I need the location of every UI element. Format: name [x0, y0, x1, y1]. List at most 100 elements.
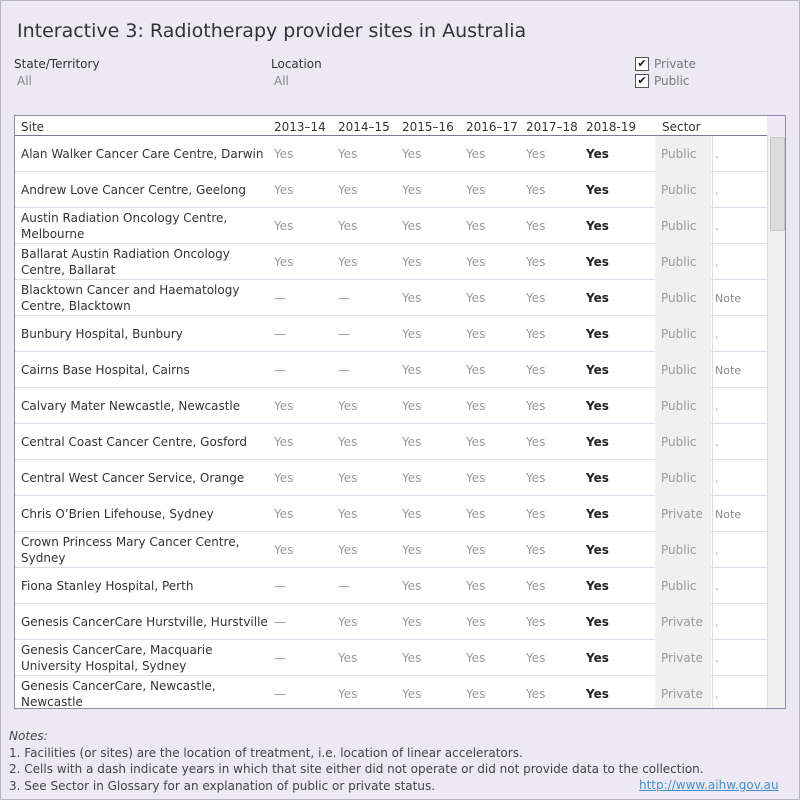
header-corner: [767, 116, 785, 136]
note-cell[interactable]: .: [715, 208, 719, 244]
year-cell: Yes: [402, 363, 422, 377]
table-row[interactable]: Central Coast Cancer Centre, Gosford Yes Y…: [15, 424, 767, 460]
table-row[interactable]: Calvary Mater Newcastle, Newcastle Yes Yes…: [15, 388, 767, 424]
year-cell: Yes: [402, 147, 422, 161]
header-sector[interactable]: Sector: [662, 120, 701, 134]
table-row[interactable]: Blacktown Cancer and Haematology Centre,…: [15, 280, 767, 316]
table-row[interactable]: Andrew Love Cancer Centre, Geelong Yes Yes…: [15, 172, 767, 208]
year-cell: Yes: [402, 687, 422, 701]
site-name: Blacktown Cancer and Haematology Centre,…: [21, 283, 240, 313]
site-name: Crown Princess Mary Cancer Centre, Sydne…: [21, 535, 240, 565]
year-cell: Yes: [466, 615, 486, 629]
sector-cell: Public: [661, 543, 697, 557]
year-cell: Yes: [338, 219, 358, 233]
header-2018-19[interactable]: 2018-19: [586, 120, 636, 134]
year-cell: Yes: [526, 615, 546, 629]
sites-table: Site 2013–14 2014–15 2015–16 2016–17 201…: [14, 115, 786, 709]
legend-private[interactable]: ✔ Private: [635, 55, 696, 72]
note-cell[interactable]: .: [715, 604, 719, 640]
table-row[interactable]: Austin Radiation Oncology Centre, Melbou…: [15, 208, 767, 244]
year-cell: Yes: [466, 183, 486, 197]
header-2013-14[interactable]: 2013–14: [274, 120, 326, 134]
note-cell-bg: [712, 316, 767, 352]
state-filter[interactable]: State/Territory All: [14, 57, 100, 88]
table-row[interactable]: Bunbury Hospital, Bunbury — — Yes Yes Yes Yes P…: [15, 316, 767, 352]
note-cell[interactable]: .: [715, 460, 719, 496]
note-cell-bg: [712, 244, 767, 280]
location-filter[interactable]: Location All: [271, 57, 322, 88]
note-cell[interactable]: Note: [715, 352, 741, 388]
note-cell[interactable]: Note: [715, 280, 741, 316]
year-cell: Yes: [586, 651, 609, 665]
note-cell[interactable]: .: [715, 172, 719, 208]
table-row[interactable]: Chris O’Brien Lifehouse, Sydney Yes Yes Yes…: [15, 496, 767, 532]
sector-cell: Public: [661, 399, 697, 413]
table-row[interactable]: Genesis CancerCare, Macquarie University…: [15, 640, 767, 676]
sector-cell: Public: [661, 255, 697, 269]
state-filter-value[interactable]: All: [17, 74, 100, 88]
vertical-scrollbar[interactable]: [767, 136, 785, 708]
table-row[interactable]: Ballarat Austin Radiation Oncology Centr…: [15, 244, 767, 280]
note-cell[interactable]: .: [715, 532, 719, 568]
public-label: Public: [654, 73, 690, 88]
note-cell-bg: [712, 604, 767, 640]
year-cell: Yes: [586, 219, 609, 233]
site-name: Andrew Love Cancer Centre, Geelong: [21, 183, 247, 197]
year-cell: Yes: [586, 183, 609, 197]
table-row[interactable]: Alan Walker Cancer Care Centre, Darwin Ye…: [15, 136, 767, 172]
site-name: Genesis CancerCare, Newcastle, Newcastle: [21, 679, 216, 709]
sector-cell: Private: [661, 615, 703, 629]
header-2015-16[interactable]: 2015–16: [402, 120, 454, 134]
note-cell[interactable]: .: [715, 676, 719, 708]
table-row[interactable]: Genesis CancerCare Hurstville, Hurstvill…: [15, 604, 767, 640]
note-cell[interactable]: .: [715, 640, 719, 676]
public-checkbox[interactable]: ✔: [635, 73, 649, 88]
note-cell[interactable]: .: [715, 316, 719, 352]
year-cell: Yes: [402, 291, 422, 305]
header-site[interactable]: Site: [21, 120, 44, 134]
year-cell: Yes: [526, 471, 546, 485]
note-cell[interactable]: .: [715, 424, 719, 460]
header-2014-15[interactable]: 2014–15: [338, 120, 390, 134]
aihw-link[interactable]: http://www.aihw.gov.au: [639, 778, 779, 792]
table-row[interactable]: Fiona Stanley Hospital, Perth — — Yes Yes Yes…: [15, 568, 767, 604]
note-cell[interactable]: .: [715, 244, 719, 280]
year-cell: Yes: [274, 471, 294, 485]
table-row[interactable]: Genesis CancerCare, Newcastle, Newcastle…: [15, 676, 767, 709]
year-cell: Yes: [526, 255, 546, 269]
scrollbar-thumb[interactable]: [770, 137, 785, 231]
legend-public[interactable]: ✔ Public: [635, 72, 696, 89]
sector-cell: Public: [661, 471, 697, 485]
year-cell: Yes: [586, 687, 609, 701]
year-cell: Yes: [466, 219, 486, 233]
location-filter-value[interactable]: All: [274, 74, 322, 88]
year-cell: Yes: [586, 471, 609, 485]
table-row[interactable]: Crown Princess Mary Cancer Centre, Sydne…: [15, 532, 767, 568]
table-row[interactable]: Central West Cancer Service, Orange Yes Ye…: [15, 460, 767, 496]
note-cell[interactable]: .: [715, 388, 719, 424]
year-cell: —: [274, 615, 286, 629]
site-name: Chris O’Brien Lifehouse, Sydney: [21, 507, 214, 521]
note-cell-bg: [712, 388, 767, 424]
note-cell[interactable]: .: [715, 136, 719, 172]
sector-cell: Public: [661, 435, 697, 449]
note-cell[interactable]: .: [715, 568, 719, 604]
table-row[interactable]: Cairns Base Hospital, Cairns — — Yes Yes Yes Y…: [15, 352, 767, 388]
year-cell: Yes: [586, 579, 609, 593]
year-cell: —: [274, 291, 286, 305]
year-cell: Yes: [466, 255, 486, 269]
note-cell[interactable]: Note: [715, 496, 741, 532]
private-checkbox[interactable]: ✔: [635, 56, 649, 71]
year-cell: —: [338, 327, 350, 341]
year-cell: Yes: [402, 579, 422, 593]
sector-cell: Public: [661, 327, 697, 341]
header-2016-17[interactable]: 2016–17: [466, 120, 518, 134]
note-cell-bg: [712, 424, 767, 460]
header-2017-18[interactable]: 2017–18: [526, 120, 578, 134]
note-cell-bg: [712, 532, 767, 568]
year-cell: Yes: [586, 399, 609, 413]
year-cell: —: [274, 579, 286, 593]
year-cell: Yes: [526, 579, 546, 593]
site-name: Cairns Base Hospital, Cairns: [21, 363, 190, 377]
year-cell: Yes: [526, 219, 546, 233]
